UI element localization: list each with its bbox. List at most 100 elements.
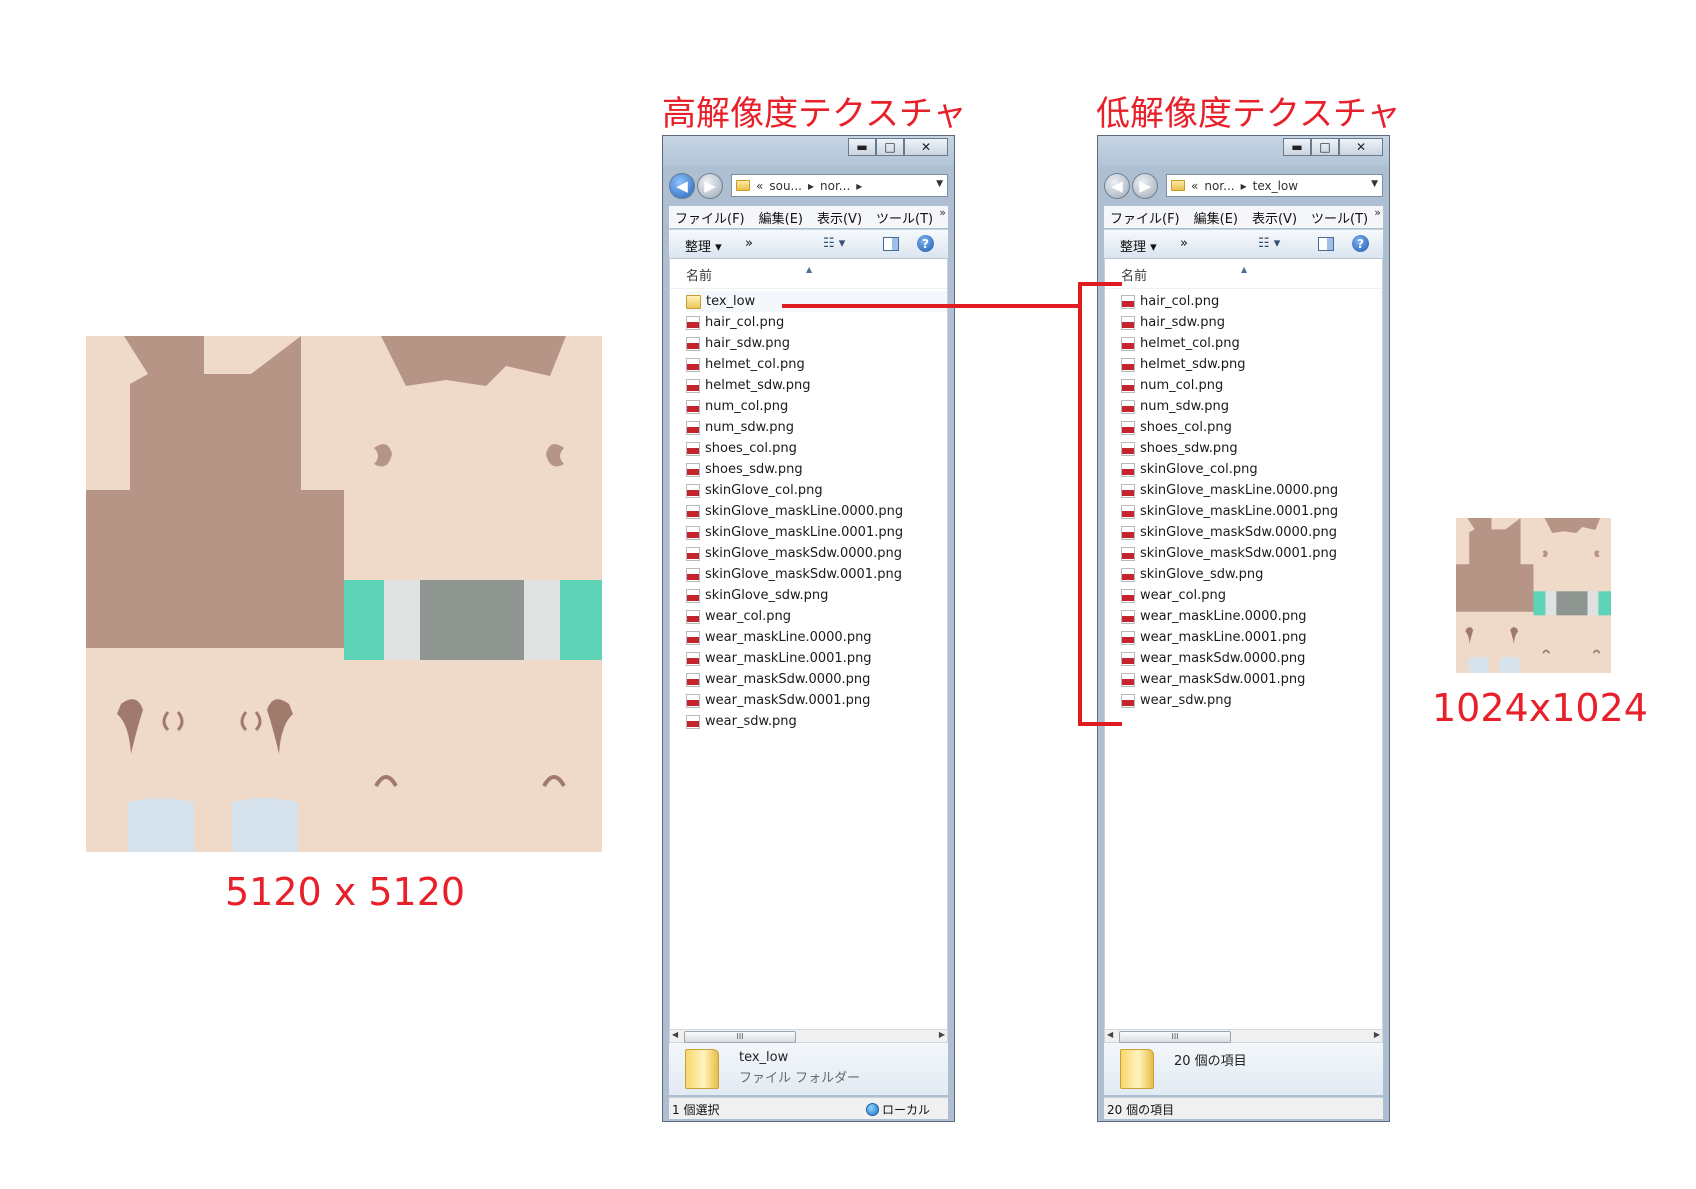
sort-arrow-icon: ▲ bbox=[1241, 265, 1248, 274]
close-button[interactable]: ✕ bbox=[904, 138, 948, 156]
back-button[interactable]: ◀ bbox=[1104, 173, 1130, 199]
address-bar[interactable]: « nor... ▸ tex_low ▼ bbox=[1166, 174, 1383, 197]
file-row[interactable]: wear_maskLine.0001.png bbox=[686, 648, 947, 669]
file-row[interactable]: num_col.png bbox=[686, 396, 947, 417]
menu-file[interactable]: ファイル(F) bbox=[675, 208, 745, 227]
file-row[interactable]: wear_sdw.png bbox=[686, 711, 947, 732]
chevron-down-icon[interactable]: ▼ bbox=[936, 179, 943, 189]
toolbar-overflow-button[interactable]: » bbox=[745, 236, 753, 251]
file-row[interactable]: shoes_sdw.png bbox=[1121, 438, 1382, 459]
file-row[interactable]: helmet_col.png bbox=[686, 354, 947, 375]
help-icon[interactable]: ? bbox=[1352, 235, 1369, 252]
scroll-thumb[interactable]: III bbox=[1119, 1031, 1231, 1043]
column-header-label: 名前 bbox=[686, 269, 713, 284]
file-row[interactable]: skinGlove_maskSdw.0000.png bbox=[1121, 522, 1382, 543]
file-name: skinGlove_sdw.png bbox=[1140, 567, 1264, 582]
scroll-left-icon[interactable]: ◀ bbox=[1107, 1030, 1113, 1039]
file-row[interactable]: shoes_col.png bbox=[686, 438, 947, 459]
forward-button[interactable]: ▶ bbox=[697, 173, 723, 199]
menu-view[interactable]: 表示(V) bbox=[817, 208, 862, 227]
file-row[interactable]: num_sdw.png bbox=[686, 417, 947, 438]
file-row[interactable]: hair_col.png bbox=[686, 312, 947, 333]
minimize-button[interactable]: ▬ bbox=[1283, 138, 1311, 156]
png-file-icon bbox=[686, 483, 700, 498]
breadcrumb-item[interactable]: nor... bbox=[820, 179, 850, 193]
scroll-left-icon[interactable]: ◀ bbox=[672, 1030, 678, 1039]
file-row[interactable]: helmet_sdw.png bbox=[1121, 354, 1382, 375]
file-row[interactable]: helmet_sdw.png bbox=[686, 375, 947, 396]
menu-tools[interactable]: ツール(T) bbox=[1311, 208, 1368, 227]
menu-overflow-icon[interactable]: » bbox=[1374, 206, 1381, 219]
file-row[interactable]: hair_sdw.png bbox=[686, 333, 947, 354]
file-row[interactable]: wear_col.png bbox=[1121, 585, 1382, 606]
file-row[interactable]: wear_maskLine.0001.png bbox=[1121, 627, 1382, 648]
scroll-right-icon[interactable]: ▶ bbox=[939, 1030, 945, 1039]
view-options-icon[interactable]: ☷ ▾ bbox=[823, 236, 845, 251]
file-name: skinGlove_maskLine.0001.png bbox=[705, 525, 904, 540]
scroll-right-icon[interactable]: ▶ bbox=[1374, 1030, 1380, 1039]
breadcrumb-item[interactable]: sou... bbox=[769, 179, 802, 193]
file-row[interactable]: skinGlove_col.png bbox=[1121, 459, 1382, 480]
address-bar[interactable]: « sou... ▸ nor... ▸ ▼ bbox=[731, 174, 948, 197]
horizontal-scrollbar[interactable]: ◀ III ▶ bbox=[669, 1029, 948, 1043]
maximize-button[interactable]: □ bbox=[876, 138, 904, 156]
file-row[interactable]: helmet_col.png bbox=[1121, 333, 1382, 354]
preview-pane-icon[interactable] bbox=[883, 237, 899, 251]
toolbar-overflow-button[interactable]: » bbox=[1180, 236, 1188, 251]
view-options-icon[interactable]: ☷ ▾ bbox=[1258, 236, 1280, 251]
file-row[interactable]: hair_sdw.png bbox=[1121, 312, 1382, 333]
folder-row[interactable]: tex_low bbox=[686, 291, 947, 312]
menu-view[interactable]: 表示(V) bbox=[1252, 208, 1297, 227]
file-row[interactable]: skinGlove_sdw.png bbox=[1121, 564, 1382, 585]
file-row[interactable]: skinGlove_maskLine.0000.png bbox=[686, 501, 947, 522]
menu-file[interactable]: ファイル(F) bbox=[1110, 208, 1180, 227]
file-row[interactable]: wear_sdw.png bbox=[1121, 690, 1382, 711]
horizontal-scrollbar[interactable]: ◀ III ▶ bbox=[1104, 1029, 1383, 1043]
file-row[interactable]: wear_maskLine.0000.png bbox=[1121, 606, 1382, 627]
file-row[interactable]: wear_maskLine.0000.png bbox=[686, 627, 947, 648]
file-row[interactable]: wear_maskSdw.0000.png bbox=[1121, 648, 1382, 669]
forward-button[interactable]: ▶ bbox=[1132, 173, 1158, 199]
menu-edit[interactable]: 編集(E) bbox=[1194, 208, 1238, 227]
file-row[interactable]: skinGlove_col.png bbox=[686, 480, 947, 501]
column-header-name[interactable]: 名前 ▲ bbox=[670, 259, 947, 289]
status-zone: ローカル bbox=[865, 1101, 930, 1118]
organize-button[interactable]: 整理 ▾ bbox=[1120, 236, 1157, 255]
file-row[interactable]: shoes_sdw.png bbox=[686, 459, 947, 480]
file-row[interactable]: skinGlove_maskSdw.0000.png bbox=[686, 543, 947, 564]
organize-button[interactable]: 整理 ▾ bbox=[685, 236, 722, 255]
file-row[interactable]: skinGlove_maskSdw.0001.png bbox=[1121, 543, 1382, 564]
file-row[interactable]: num_col.png bbox=[1121, 375, 1382, 396]
file-row[interactable]: wear_maskSdw.0000.png bbox=[686, 669, 947, 690]
menu-edit[interactable]: 編集(E) bbox=[759, 208, 803, 227]
file-row[interactable]: num_sdw.png bbox=[1121, 396, 1382, 417]
png-file-icon bbox=[686, 693, 700, 708]
file-row[interactable]: wear_maskSdw.0001.png bbox=[686, 690, 947, 711]
file-row[interactable]: skinGlove_maskLine.0001.png bbox=[1121, 501, 1382, 522]
help-icon[interactable]: ? bbox=[917, 235, 934, 252]
back-button[interactable]: ◀ bbox=[669, 173, 695, 199]
maximize-button[interactable]: □ bbox=[1311, 138, 1339, 156]
png-file-icon bbox=[686, 609, 700, 624]
menu-tools[interactable]: ツール(T) bbox=[876, 208, 933, 227]
preview-pane-icon[interactable] bbox=[1318, 237, 1334, 251]
file-row[interactable]: hair_col.png bbox=[1121, 291, 1382, 312]
file-row[interactable]: skinGlove_maskLine.0000.png bbox=[1121, 480, 1382, 501]
chevron-down-icon[interactable]: ▼ bbox=[1371, 179, 1378, 189]
file-row[interactable]: wear_col.png bbox=[686, 606, 947, 627]
texture-preview-small bbox=[1456, 518, 1611, 673]
close-button[interactable]: ✕ bbox=[1339, 138, 1383, 156]
breadcrumb-item[interactable]: nor... bbox=[1204, 179, 1234, 193]
file-row[interactable]: shoes_col.png bbox=[1121, 417, 1382, 438]
scroll-thumb[interactable]: III bbox=[684, 1031, 796, 1043]
file-row[interactable]: skinGlove_sdw.png bbox=[686, 585, 947, 606]
file-row[interactable]: skinGlove_maskLine.0001.png bbox=[686, 522, 947, 543]
file-name: num_sdw.png bbox=[705, 420, 794, 435]
file-row[interactable]: skinGlove_maskSdw.0001.png bbox=[686, 564, 947, 585]
menu-overflow-icon[interactable]: » bbox=[939, 206, 946, 219]
minimize-button[interactable]: ▬ bbox=[848, 138, 876, 156]
column-header-name[interactable]: 名前 ▲ bbox=[1105, 259, 1382, 289]
file-row[interactable]: wear_maskSdw.0001.png bbox=[1121, 669, 1382, 690]
file-name: skinGlove_maskLine.0000.png bbox=[705, 504, 904, 519]
breadcrumb-item[interactable]: tex_low bbox=[1253, 179, 1298, 193]
